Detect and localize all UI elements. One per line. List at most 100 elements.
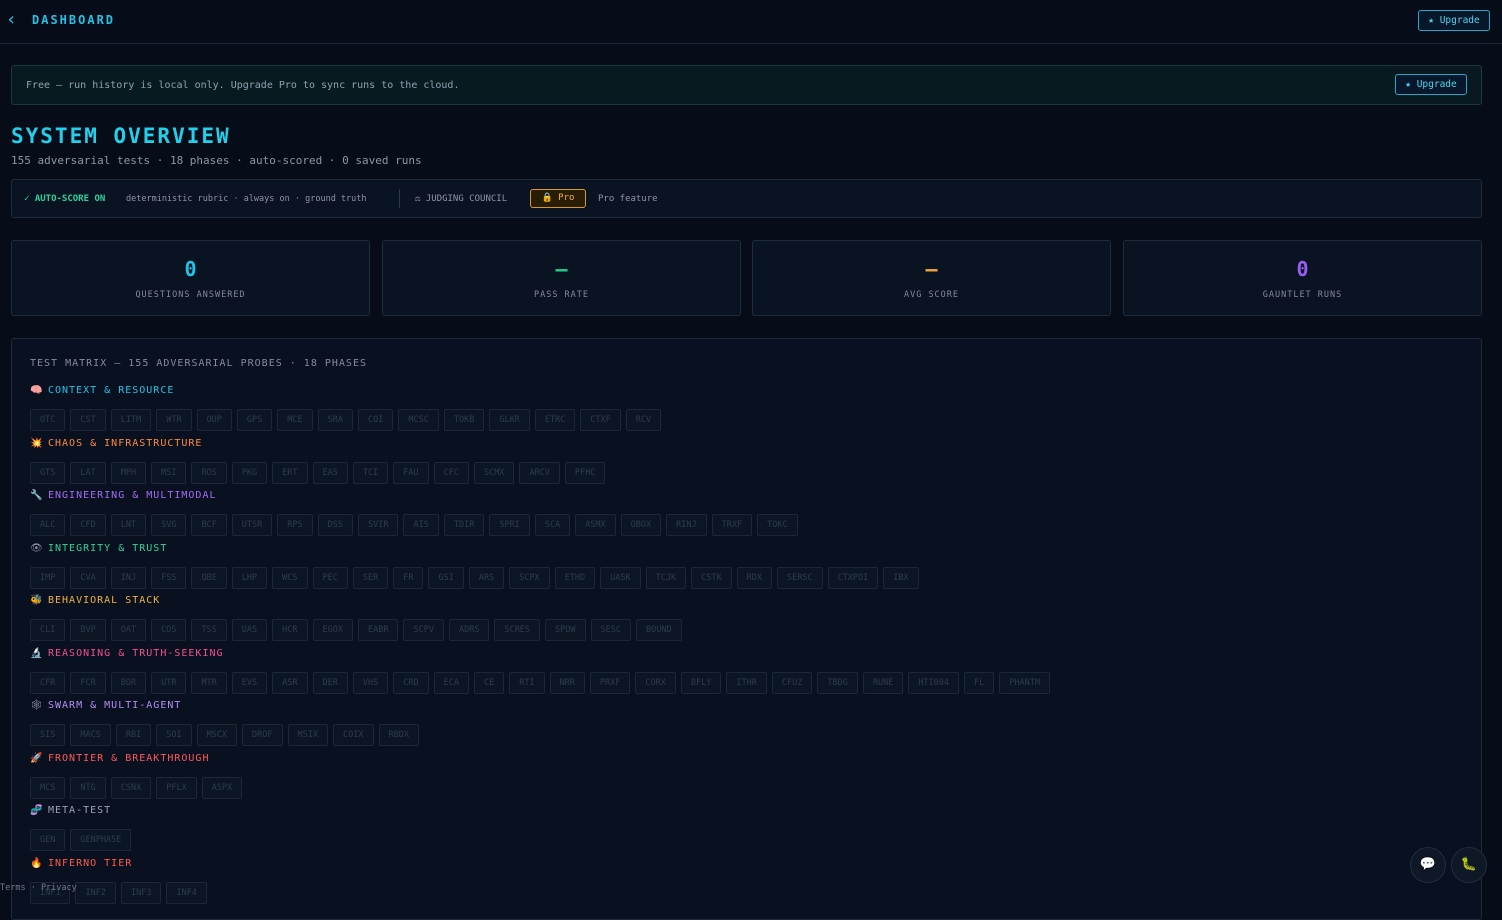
test-tag[interactable]: CRD xyxy=(393,671,429,694)
test-tag[interactable]: SVIR xyxy=(358,514,399,536)
test-tag[interactable]: RDX xyxy=(736,566,772,589)
test-tag[interactable]: COS xyxy=(151,619,187,641)
test-tag[interactable]: CFD xyxy=(70,514,106,536)
test-tag[interactable]: PFLX xyxy=(156,776,197,799)
test-tag[interactable]: EAS xyxy=(312,461,348,484)
test-tag[interactable]: PFHC xyxy=(564,461,606,484)
test-tag[interactable]: ECA xyxy=(433,671,469,694)
test-tag[interactable]: ALC xyxy=(30,514,66,536)
test-tag[interactable]: SCA xyxy=(534,514,571,536)
test-tag[interactable]: SERSC xyxy=(776,566,823,589)
test-tag[interactable]: FL xyxy=(964,671,995,694)
test-tag[interactable]: BOUND xyxy=(636,619,682,641)
test-tag[interactable]: PKG xyxy=(231,461,268,484)
test-tag[interactable]: DSS xyxy=(317,514,353,536)
test-tag[interactable]: GPS xyxy=(236,409,273,431)
test-tag[interactable]: GLKR xyxy=(489,409,530,431)
test-tag[interactable]: BOR xyxy=(110,671,147,694)
test-tag[interactable]: BFLY xyxy=(680,671,722,694)
test-tag[interactable]: IMP xyxy=(30,566,66,589)
test-tag[interactable]: CFUZ xyxy=(771,671,813,694)
test-tag[interactable]: CTXF xyxy=(580,409,621,431)
test-tag[interactable]: ETRC xyxy=(534,409,576,431)
test-tag[interactable]: EABR xyxy=(358,619,399,641)
pro-badge[interactable]: 🔒 Pro xyxy=(530,189,586,208)
test-tag[interactable]: ERT xyxy=(272,461,308,484)
test-tag[interactable]: OUP xyxy=(196,409,232,431)
test-tag[interactable]: CFC xyxy=(433,461,469,484)
test-tag[interactable]: UTR xyxy=(151,671,187,694)
test-tag[interactable]: SCPX xyxy=(509,566,550,589)
test-tag[interactable]: FSS xyxy=(151,566,187,589)
test-tag[interactable]: CORX xyxy=(635,671,676,694)
test-tag[interactable]: LITM xyxy=(110,409,152,431)
test-tag[interactable]: OBOX xyxy=(620,514,662,536)
test-tag[interactable]: RINJ xyxy=(666,514,707,536)
test-tag[interactable]: BCF xyxy=(191,514,227,536)
test-tag[interactable]: UAS xyxy=(231,619,268,641)
test-tag[interactable]: MACS xyxy=(70,724,111,746)
test-tag[interactable]: MCSC xyxy=(398,409,439,431)
test-tag[interactable]: CE xyxy=(473,671,505,694)
test-tag[interactable]: OAT xyxy=(110,619,147,641)
test-tag[interactable]: ASR xyxy=(272,671,308,694)
test-tag[interactable]: SCRES xyxy=(494,619,541,641)
test-tag[interactable]: GSI xyxy=(428,566,464,589)
test-tag[interactable]: CLI xyxy=(30,619,66,641)
test-tag[interactable]: CFR xyxy=(30,671,66,694)
test-tag[interactable]: CST xyxy=(70,409,106,431)
test-tag[interactable]: CSTK xyxy=(691,566,732,589)
upgrade-button[interactable]: ★ Upgrade xyxy=(1418,10,1490,31)
test-tag[interactable]: CTXPOI xyxy=(827,566,879,589)
bug-report-icon[interactable]: 🐛 xyxy=(1451,847,1487,883)
test-tag[interactable]: FR xyxy=(393,566,424,589)
test-tag[interactable]: HCR xyxy=(272,619,308,641)
test-tag[interactable]: CSNX xyxy=(110,776,152,799)
test-tag[interactable]: SER xyxy=(352,566,389,589)
test-tag[interactable]: NTG xyxy=(70,776,106,799)
test-tag[interactable]: MSIX xyxy=(287,724,329,746)
test-tag[interactable]: SIS xyxy=(30,724,66,746)
test-tag[interactable]: SPRI xyxy=(489,514,530,536)
test-tag[interactable]: PHANTM xyxy=(999,671,1050,694)
test-tag[interactable]: ROS xyxy=(191,461,227,484)
test-tag[interactable]: GTS xyxy=(30,461,66,484)
test-tag[interactable]: WTR xyxy=(156,409,192,431)
test-tag[interactable]: MSCX xyxy=(196,724,238,746)
test-tag[interactable]: SCMX xyxy=(473,461,515,484)
test-tag[interactable]: IBX xyxy=(883,566,919,589)
test-tag[interactable]: MCS xyxy=(30,776,66,799)
test-tag[interactable]: LAT xyxy=(70,461,106,484)
back-arrow-icon[interactable]: ‹ xyxy=(6,11,17,29)
test-tag[interactable]: RCV xyxy=(625,409,662,431)
test-tag[interactable]: ETHD xyxy=(554,566,596,589)
test-tag[interactable]: GEN xyxy=(30,829,66,851)
test-tag[interactable]: MTR xyxy=(191,671,227,694)
test-tag[interactable]: TDIR xyxy=(443,514,485,536)
test-tag[interactable]: RPS xyxy=(277,514,313,536)
test-tag[interactable]: TCI xyxy=(352,461,389,484)
test-tag[interactable]: FAU xyxy=(393,461,429,484)
test-tag[interactable]: ARS xyxy=(468,566,505,589)
test-tag[interactable]: TCJK xyxy=(645,566,687,589)
footer-links[interactable]: Terms · Privacy xyxy=(0,883,77,893)
test-tag[interactable]: RUNE xyxy=(862,671,904,694)
test-tag[interactable]: INF3 xyxy=(120,881,162,904)
test-tag[interactable]: ADRS xyxy=(448,619,490,641)
test-tag[interactable]: SVG xyxy=(151,514,187,536)
test-tag[interactable]: TSS xyxy=(191,619,227,641)
test-tag[interactable]: VHS xyxy=(352,671,389,694)
test-tag[interactable]: NRR xyxy=(549,671,585,694)
test-tag[interactable]: FCR xyxy=(70,671,106,694)
test-tag[interactable]: LHP xyxy=(231,566,268,589)
test-tag[interactable]: ITHR xyxy=(726,671,767,694)
test-tag[interactable]: LNT xyxy=(110,514,147,536)
test-tag[interactable]: DROF xyxy=(242,724,283,746)
test-tag[interactable]: DER xyxy=(312,671,348,694)
test-tag[interactable]: PEC xyxy=(312,566,348,589)
test-tag[interactable]: RBDX xyxy=(378,724,419,746)
test-tag[interactable]: EGOX xyxy=(312,619,353,641)
test-tag[interactable]: SPOW xyxy=(545,619,586,641)
test-tag[interactable]: ASPX xyxy=(201,776,243,799)
test-tag[interactable]: TRXF xyxy=(711,514,753,536)
